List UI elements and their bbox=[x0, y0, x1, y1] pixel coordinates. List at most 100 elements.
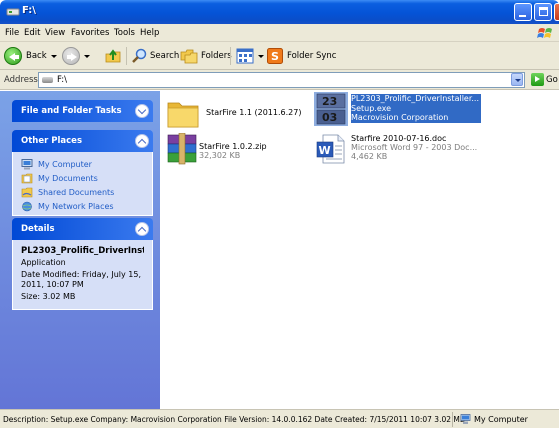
drive-icon bbox=[42, 77, 53, 83]
minimize-button[interactable] bbox=[514, 3, 532, 21]
back-label: Back bbox=[26, 51, 47, 61]
folder-sync-label: Folder Sync bbox=[287, 51, 337, 61]
collapse-chevron-icon[interactable] bbox=[135, 222, 149, 236]
menu-help[interactable]: Help bbox=[140, 28, 159, 38]
address-dropdown-button[interactable] bbox=[511, 73, 523, 86]
other-places-panel: Other Places My Computer My Documents Sh… bbox=[12, 130, 153, 216]
other-places-body: My Computer My Documents Shared Document… bbox=[12, 152, 153, 216]
menu-tools[interactable]: Tools bbox=[114, 28, 135, 38]
expand-chevron-icon[interactable] bbox=[135, 104, 149, 118]
forward-arrow-icon bbox=[62, 47, 80, 65]
address-label: Address bbox=[4, 75, 38, 85]
my-documents-icon bbox=[21, 173, 33, 184]
folders-button[interactable]: Folders bbox=[180, 45, 232, 67]
place-label: My Documents bbox=[38, 174, 98, 183]
details-title: Details bbox=[21, 224, 55, 234]
file-name: PL2303_Prolific_DriverInstaller... bbox=[351, 94, 480, 103]
file-folder-tasks-header[interactable]: File and Folder Tasks bbox=[12, 100, 153, 122]
file-subtitle: Setup.exe bbox=[351, 103, 392, 113]
place-label: My Computer bbox=[38, 160, 92, 169]
drive-icon bbox=[6, 8, 20, 16]
search-label: Search bbox=[150, 51, 180, 61]
folders-label: Folders bbox=[201, 51, 232, 61]
place-label: Shared Documents bbox=[38, 188, 115, 197]
details-header[interactable]: Details bbox=[12, 218, 153, 240]
title-bar[interactable]: F:\ × bbox=[0, 0, 559, 24]
chevron-down-icon bbox=[258, 54, 264, 58]
status-separator bbox=[452, 412, 453, 427]
address-value: F:\ bbox=[57, 75, 67, 85]
window-title: F:\ bbox=[22, 5, 36, 16]
close-button[interactable]: × bbox=[554, 3, 559, 21]
details-size: Size: 3.02 MB bbox=[21, 292, 76, 301]
shared-documents-icon bbox=[21, 187, 33, 198]
go-arrow-icon bbox=[535, 76, 540, 82]
svg-text:S: S bbox=[271, 50, 279, 63]
folder-sync-button[interactable]: S Folder Sync bbox=[267, 45, 336, 67]
chevron-down-icon bbox=[50, 54, 57, 58]
back-arrow-icon bbox=[4, 47, 22, 65]
menu-favorites[interactable]: Favorites bbox=[71, 28, 109, 38]
svg-text:03: 03 bbox=[322, 111, 337, 124]
minimize-icon bbox=[519, 15, 526, 17]
menu-file[interactable]: File bbox=[5, 28, 19, 38]
address-input[interactable]: F:\ bbox=[38, 72, 525, 88]
file-size: 32,302 KB bbox=[199, 151, 241, 160]
network-places-icon bbox=[22, 201, 32, 212]
other-places-title: Other Places bbox=[21, 136, 82, 146]
menu-edit[interactable]: Edit bbox=[24, 28, 40, 38]
back-button[interactable]: Back bbox=[4, 45, 57, 67]
status-zone-label: My Computer bbox=[474, 415, 528, 424]
other-places-header[interactable]: Other Places bbox=[12, 130, 153, 152]
toolbar-separator bbox=[126, 47, 127, 65]
file-folder-tasks-panel: File and Folder Tasks bbox=[12, 100, 153, 122]
file-text-block: PL2303_Prolific_DriverInstaller... Setup… bbox=[351, 94, 482, 123]
toolbar-separator bbox=[230, 47, 231, 65]
views-button[interactable] bbox=[236, 45, 264, 67]
windows-logo-icon bbox=[537, 28, 552, 38]
menu-bar: File Edit View Favorites Tools Help bbox=[0, 24, 559, 42]
address-bar: Address F:\ Go bbox=[0, 70, 559, 90]
forward-button[interactable] bbox=[62, 45, 90, 67]
my-computer-icon bbox=[460, 414, 471, 424]
details-panel: Details PL2303_Prolific_DriverInsta Appl… bbox=[12, 218, 153, 310]
my-computer-icon bbox=[21, 159, 33, 170]
status-bar: Description: Setup.exe Company: Macrovis… bbox=[0, 409, 559, 428]
folders-icon bbox=[180, 49, 198, 64]
place-label: My Network Places bbox=[38, 202, 114, 211]
folder-sync-icon: S bbox=[267, 48, 283, 64]
svg-text:W: W bbox=[319, 144, 331, 157]
winrar-archive-icon bbox=[167, 133, 197, 165]
task-pane: File and Folder Tasks Other Places My Co… bbox=[0, 91, 160, 409]
place-my-computer[interactable]: My Computer bbox=[21, 158, 144, 171]
word-document-icon: W bbox=[316, 134, 345, 164]
menu-view[interactable]: View bbox=[45, 28, 65, 38]
file-company: Macrovision Corporation bbox=[351, 113, 449, 122]
up-folder-button[interactable] bbox=[104, 45, 122, 67]
place-shared-documents[interactable]: Shared Documents bbox=[21, 186, 144, 199]
go-label[interactable]: Go bbox=[546, 75, 558, 85]
search-button[interactable]: Search bbox=[131, 45, 179, 67]
installer-icon: 23 03 bbox=[314, 92, 348, 126]
place-my-network-places[interactable]: My Network Places bbox=[21, 200, 144, 213]
maximize-icon bbox=[539, 7, 548, 16]
chevron-down-icon bbox=[515, 79, 521, 82]
views-icon bbox=[236, 48, 254, 64]
go-button[interactable] bbox=[531, 73, 544, 86]
status-description: Description: Setup.exe Company: Macrovis… bbox=[3, 415, 466, 424]
details-body: PL2303_Prolific_DriverInsta Application … bbox=[12, 240, 153, 310]
search-icon bbox=[132, 48, 147, 63]
details-file-type: Application bbox=[21, 258, 66, 267]
file-folder-tasks-title: File and Folder Tasks bbox=[21, 106, 122, 116]
toolbar: Back Search Folders S Folder Sync bbox=[0, 42, 559, 70]
place-my-documents[interactable]: My Documents bbox=[21, 172, 144, 185]
maximize-button[interactable] bbox=[534, 3, 552, 21]
chevron-down-icon bbox=[84, 54, 90, 58]
file-size: 4,462 KB bbox=[351, 152, 388, 161]
file-name: StarFire 1.1 (2011.6.27) bbox=[206, 108, 302, 117]
file-list-view[interactable]: StarFire 1.1 (2011.6.27) 23 03 PL2303_Pr… bbox=[160, 91, 559, 409]
folder-icon bbox=[167, 102, 199, 128]
collapse-chevron-icon[interactable] bbox=[135, 134, 149, 148]
details-date-modified: Date Modified: Friday, July 15, 2011, 10… bbox=[21, 270, 142, 289]
details-file-name: PL2303_Prolific_DriverInsta bbox=[21, 246, 144, 256]
